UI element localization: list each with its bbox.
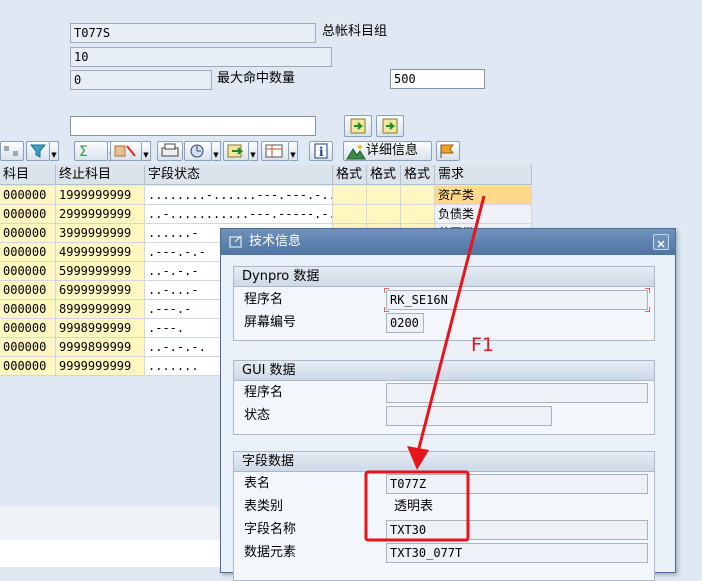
annotation-overlay: F1 — [364, 195, 494, 542]
annotation-arrow-line — [416, 195, 486, 453]
annotation-arrow-head — [407, 446, 429, 470]
highlight-box — [364, 470, 470, 542]
f1-key-label: F1 — [471, 334, 494, 356]
